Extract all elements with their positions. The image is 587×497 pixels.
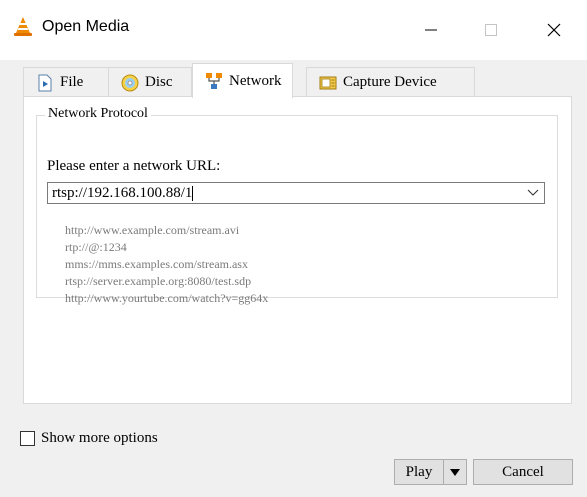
url-examples: http://www.example.com/stream.avi rtp://… (65, 222, 268, 307)
cancel-button[interactable]: Cancel (473, 459, 573, 485)
play-button[interactable]: Play (394, 459, 444, 485)
example-url: http://www.yourtube.com/watch?v=gg64x (65, 291, 269, 305)
example-url: rtp://@:1234 (65, 240, 127, 254)
title-bar: Open Media (0, 0, 587, 60)
tab-disc-label: Disc (145, 74, 173, 90)
tab-capture-device-label: Capture Device (343, 74, 437, 90)
maximize-icon (485, 24, 497, 36)
tab-network-label: Network (229, 72, 282, 89)
disc-icon (121, 74, 139, 91)
example-url: http://www.example.com/stream.avi (65, 223, 240, 237)
vlc-cone-icon (14, 17, 32, 36)
url-label: Please enter a network URL: (47, 158, 221, 174)
url-value: rtsp://192.168.100.88/1 (52, 184, 193, 201)
text-caret (192, 185, 194, 201)
show-more-options[interactable]: Show more options (20, 430, 158, 447)
url-dropdown-arrow[interactable] (522, 183, 544, 203)
tab-network[interactable]: Network (192, 63, 293, 98)
tab-file-label: File (60, 74, 84, 90)
show-more-options-label[interactable]: Show more options (41, 430, 158, 447)
tab-disc[interactable]: Disc (108, 67, 192, 97)
group-title: Network Protocol (45, 106, 151, 122)
close-icon (547, 23, 561, 37)
example-url: mms://mms.examples.com/stream.asx (65, 257, 248, 271)
minimize-button[interactable] (402, 0, 460, 60)
url-combobox[interactable]: rtsp://192.168.100.88/1 (47, 182, 545, 204)
close-button[interactable] (525, 0, 583, 60)
show-more-options-checkbox[interactable] (20, 431, 35, 446)
triangle-down-icon (450, 468, 460, 476)
maximize-button[interactable] (462, 0, 520, 60)
tab-file[interactable]: File (23, 67, 109, 97)
network-icon (206, 73, 222, 89)
example-url: rtsp://server.example.org:8080/test.sdp (65, 274, 252, 288)
file-play-icon (38, 74, 52, 91)
chevron-down-icon (527, 189, 539, 196)
network-protocol-group: Network Protocol Please enter a network … (36, 106, 558, 305)
network-panel: Network Protocol Please enter a network … (23, 96, 572, 404)
url-input[interactable]: rtsp://192.168.100.88/1 (48, 185, 522, 202)
tab-capture-device[interactable]: Capture Device (306, 67, 475, 97)
capture-device-icon (319, 76, 337, 89)
minimize-icon (425, 29, 437, 31)
play-options-dropdown[interactable] (443, 459, 467, 485)
window-title: Open Media (42, 18, 130, 35)
